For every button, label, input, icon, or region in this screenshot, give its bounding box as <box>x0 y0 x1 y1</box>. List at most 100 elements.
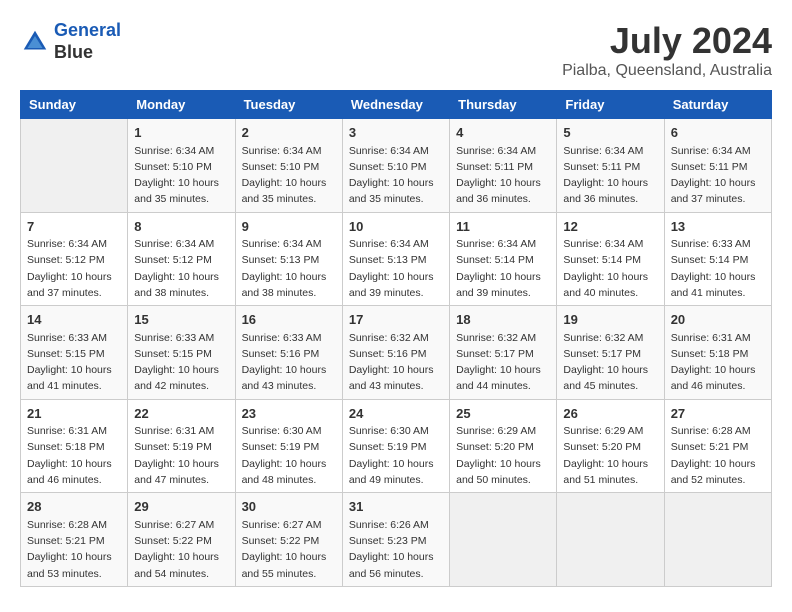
calendar-cell <box>21 119 128 213</box>
day-number: 30 <box>242 497 336 517</box>
day-info: Sunrise: 6:34 AMSunset: 5:14 PMDaylight:… <box>456 236 550 301</box>
day-info: Sunrise: 6:29 AMSunset: 5:20 PMDaylight:… <box>456 423 550 488</box>
day-info: Sunrise: 6:32 AMSunset: 5:17 PMDaylight:… <box>456 330 550 395</box>
location: Pialba, Queensland, Australia <box>562 62 772 80</box>
weekday-header-saturday: Saturday <box>664 91 771 119</box>
day-number: 25 <box>456 404 550 424</box>
calendar-cell: 21 Sunrise: 6:31 AMSunset: 5:18 PMDaylig… <box>21 399 128 493</box>
calendar-cell: 23 Sunrise: 6:30 AMSunset: 5:19 PMDaylig… <box>235 399 342 493</box>
day-number: 15 <box>134 310 228 330</box>
calendar-cell <box>450 493 557 587</box>
calendar-cell: 6 Sunrise: 6:34 AMSunset: 5:11 PMDayligh… <box>664 119 771 213</box>
calendar-cell: 1 Sunrise: 6:34 AMSunset: 5:10 PMDayligh… <box>128 119 235 213</box>
day-number: 9 <box>242 217 336 237</box>
calendar-cell: 22 Sunrise: 6:31 AMSunset: 5:19 PMDaylig… <box>128 399 235 493</box>
month-year: July 2024 <box>562 20 772 62</box>
calendar-cell <box>664 493 771 587</box>
day-number: 26 <box>563 404 657 424</box>
day-info: Sunrise: 6:26 AMSunset: 5:23 PMDaylight:… <box>349 517 443 582</box>
day-number: 2 <box>242 123 336 143</box>
calendar-cell: 5 Sunrise: 6:34 AMSunset: 5:11 PMDayligh… <box>557 119 664 213</box>
day-number: 12 <box>563 217 657 237</box>
day-info: Sunrise: 6:28 AMSunset: 5:21 PMDaylight:… <box>27 517 121 582</box>
day-number: 14 <box>27 310 121 330</box>
day-number: 19 <box>563 310 657 330</box>
logo: General Blue <box>20 20 121 63</box>
day-info: Sunrise: 6:31 AMSunset: 5:18 PMDaylight:… <box>671 330 765 395</box>
weekday-header-wednesday: Wednesday <box>342 91 449 119</box>
calendar-cell: 15 Sunrise: 6:33 AMSunset: 5:15 PMDaylig… <box>128 306 235 400</box>
logo-text: General Blue <box>54 20 121 63</box>
calendar-cell: 24 Sunrise: 6:30 AMSunset: 5:19 PMDaylig… <box>342 399 449 493</box>
day-info: Sunrise: 6:27 AMSunset: 5:22 PMDaylight:… <box>242 517 336 582</box>
day-number: 29 <box>134 497 228 517</box>
calendar-table: SundayMondayTuesdayWednesdayThursdayFrid… <box>20 90 772 587</box>
calendar-cell: 11 Sunrise: 6:34 AMSunset: 5:14 PMDaylig… <box>450 212 557 306</box>
day-info: Sunrise: 6:34 AMSunset: 5:13 PMDaylight:… <box>349 236 443 301</box>
day-info: Sunrise: 6:33 AMSunset: 5:15 PMDaylight:… <box>134 330 228 395</box>
calendar-cell: 10 Sunrise: 6:34 AMSunset: 5:13 PMDaylig… <box>342 212 449 306</box>
day-info: Sunrise: 6:31 AMSunset: 5:18 PMDaylight:… <box>27 423 121 488</box>
logo-line2: Blue <box>54 42 121 64</box>
day-info: Sunrise: 6:29 AMSunset: 5:20 PMDaylight:… <box>563 423 657 488</box>
calendar-cell: 14 Sunrise: 6:33 AMSunset: 5:15 PMDaylig… <box>21 306 128 400</box>
day-info: Sunrise: 6:34 AMSunset: 5:11 PMDaylight:… <box>456 143 550 208</box>
day-number: 8 <box>134 217 228 237</box>
calendar-cell: 28 Sunrise: 6:28 AMSunset: 5:21 PMDaylig… <box>21 493 128 587</box>
page-header: General Blue July 2024 Pialba, Queenslan… <box>20 20 772 80</box>
calendar-cell: 9 Sunrise: 6:34 AMSunset: 5:13 PMDayligh… <box>235 212 342 306</box>
calendar-cell: 17 Sunrise: 6:32 AMSunset: 5:16 PMDaylig… <box>342 306 449 400</box>
day-number: 1 <box>134 123 228 143</box>
calendar-cell: 4 Sunrise: 6:34 AMSunset: 5:11 PMDayligh… <box>450 119 557 213</box>
day-number: 5 <box>563 123 657 143</box>
calendar-cell: 13 Sunrise: 6:33 AMSunset: 5:14 PMDaylig… <box>664 212 771 306</box>
calendar-cell: 16 Sunrise: 6:33 AMSunset: 5:16 PMDaylig… <box>235 306 342 400</box>
calendar-week-row: 28 Sunrise: 6:28 AMSunset: 5:21 PMDaylig… <box>21 493 772 587</box>
day-info: Sunrise: 6:34 AMSunset: 5:12 PMDaylight:… <box>27 236 121 301</box>
day-number: 4 <box>456 123 550 143</box>
day-info: Sunrise: 6:32 AMSunset: 5:16 PMDaylight:… <box>349 330 443 395</box>
day-number: 10 <box>349 217 443 237</box>
day-info: Sunrise: 6:30 AMSunset: 5:19 PMDaylight:… <box>349 423 443 488</box>
logo-line1: General <box>54 20 121 40</box>
day-info: Sunrise: 6:32 AMSunset: 5:17 PMDaylight:… <box>563 330 657 395</box>
day-number: 16 <box>242 310 336 330</box>
day-number: 17 <box>349 310 443 330</box>
day-info: Sunrise: 6:34 AMSunset: 5:10 PMDaylight:… <box>134 143 228 208</box>
calendar-cell: 20 Sunrise: 6:31 AMSunset: 5:18 PMDaylig… <box>664 306 771 400</box>
day-info: Sunrise: 6:28 AMSunset: 5:21 PMDaylight:… <box>671 423 765 488</box>
day-info: Sunrise: 6:33 AMSunset: 5:14 PMDaylight:… <box>671 236 765 301</box>
day-number: 20 <box>671 310 765 330</box>
day-number: 23 <box>242 404 336 424</box>
calendar-week-row: 21 Sunrise: 6:31 AMSunset: 5:18 PMDaylig… <box>21 399 772 493</box>
calendar-week-row: 14 Sunrise: 6:33 AMSunset: 5:15 PMDaylig… <box>21 306 772 400</box>
day-info: Sunrise: 6:34 AMSunset: 5:10 PMDaylight:… <box>242 143 336 208</box>
weekday-header-thursday: Thursday <box>450 91 557 119</box>
day-info: Sunrise: 6:33 AMSunset: 5:16 PMDaylight:… <box>242 330 336 395</box>
day-number: 18 <box>456 310 550 330</box>
day-info: Sunrise: 6:31 AMSunset: 5:19 PMDaylight:… <box>134 423 228 488</box>
title-block: July 2024 Pialba, Queensland, Australia <box>562 20 772 80</box>
day-number: 22 <box>134 404 228 424</box>
day-number: 27 <box>671 404 765 424</box>
weekday-header-row: SundayMondayTuesdayWednesdayThursdayFrid… <box>21 91 772 119</box>
day-number: 3 <box>349 123 443 143</box>
calendar-week-row: 7 Sunrise: 6:34 AMSunset: 5:12 PMDayligh… <box>21 212 772 306</box>
day-number: 28 <box>27 497 121 517</box>
day-info: Sunrise: 6:34 AMSunset: 5:14 PMDaylight:… <box>563 236 657 301</box>
day-info: Sunrise: 6:30 AMSunset: 5:19 PMDaylight:… <box>242 423 336 488</box>
calendar-cell: 12 Sunrise: 6:34 AMSunset: 5:14 PMDaylig… <box>557 212 664 306</box>
calendar-cell: 3 Sunrise: 6:34 AMSunset: 5:10 PMDayligh… <box>342 119 449 213</box>
calendar-cell: 31 Sunrise: 6:26 AMSunset: 5:23 PMDaylig… <box>342 493 449 587</box>
day-info: Sunrise: 6:34 AMSunset: 5:13 PMDaylight:… <box>242 236 336 301</box>
calendar-cell: 19 Sunrise: 6:32 AMSunset: 5:17 PMDaylig… <box>557 306 664 400</box>
calendar-cell: 27 Sunrise: 6:28 AMSunset: 5:21 PMDaylig… <box>664 399 771 493</box>
weekday-header-monday: Monday <box>128 91 235 119</box>
day-info: Sunrise: 6:34 AMSunset: 5:11 PMDaylight:… <box>563 143 657 208</box>
logo-icon <box>20 27 50 57</box>
day-info: Sunrise: 6:34 AMSunset: 5:10 PMDaylight:… <box>349 143 443 208</box>
calendar-cell: 26 Sunrise: 6:29 AMSunset: 5:20 PMDaylig… <box>557 399 664 493</box>
day-number: 13 <box>671 217 765 237</box>
day-info: Sunrise: 6:33 AMSunset: 5:15 PMDaylight:… <box>27 330 121 395</box>
calendar-cell: 8 Sunrise: 6:34 AMSunset: 5:12 PMDayligh… <box>128 212 235 306</box>
